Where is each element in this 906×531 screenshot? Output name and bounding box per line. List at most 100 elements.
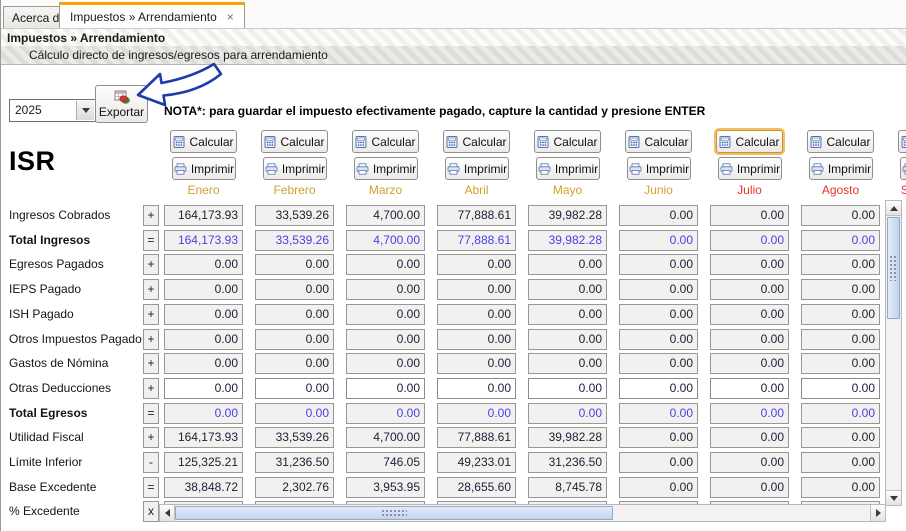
value-cell-3-2: 0.00 — [346, 279, 425, 300]
value-cell-8-3: 0.00 — [437, 403, 516, 424]
scroll-up-button[interactable] — [886, 201, 901, 216]
tab-bar: Acerca de Impuestos » Arrendamiento × — [1, 0, 906, 28]
year-select[interactable]: 2025 — [9, 99, 96, 122]
value-cell-7-0[interactable]: 0.00 — [164, 378, 243, 399]
calcular-button-abril[interactable]: Calcular — [443, 130, 510, 153]
value-cell-3-7: 0.00 — [801, 279, 880, 300]
printer-icon — [720, 162, 733, 175]
value-cell-9-0: 164,173.93 — [164, 427, 243, 448]
value-cell-10-7: 0.00 — [801, 452, 880, 473]
value-cell-7-4[interactable]: 0.00 — [528, 378, 607, 399]
value-cell-6-3: 0.00 — [437, 353, 516, 374]
value-cell-5-1: 0.00 — [255, 329, 334, 350]
value-cell-7-6[interactable]: 0.00 — [710, 378, 789, 399]
value-cell-3-5: 0.00 — [619, 279, 698, 300]
tab-impuestos-arrendamiento[interactable]: Impuestos » Arrendamiento × — [59, 2, 245, 28]
month-label-mayo: Mayo — [552, 183, 583, 197]
calcular-button-marzo[interactable]: Calcular — [352, 130, 419, 153]
value-cell-5-2: 0.00 — [346, 329, 425, 350]
calcular-button-agosto[interactable]: Calcular — [807, 130, 874, 153]
operator-box: + — [143, 353, 159, 374]
month-label-julio: Julio — [737, 183, 762, 197]
value-cell-4-3: 0.00 — [437, 304, 516, 325]
imprimir-button-julio[interactable]: Imprimir — [718, 157, 782, 180]
printer-icon — [902, 162, 906, 175]
row-label: Otros Impuestos Pagado — [9, 332, 142, 346]
triangle-left-icon — [164, 509, 170, 517]
imprimir-button-junio[interactable]: Imprimir — [627, 157, 691, 180]
imprimir-label: Imprimir — [281, 161, 326, 176]
value-cell-1-6: 0.00 — [710, 230, 789, 251]
row-label: Utilidad Fiscal — [9, 430, 84, 444]
year-value: 2025 — [15, 103, 42, 117]
calcular-label: Calcular — [189, 134, 234, 149]
section-title-isr: ISR — [9, 146, 56, 176]
value-cell-4-5: 0.00 — [619, 304, 698, 325]
row-label: Total Ingresos — [9, 233, 91, 247]
calculator-icon — [537, 135, 549, 148]
value-cell-3-1: 0.00 — [255, 279, 334, 300]
value-cell-5-7: 0.00 — [801, 329, 880, 350]
value-cell-10-6: 0.00 — [710, 452, 789, 473]
tab-label: Impuestos » Arrendamiento — [70, 9, 217, 24]
operator-box: = — [143, 230, 159, 251]
calcular-button-mayo[interactable]: Calcular — [534, 130, 601, 153]
value-cell-4-2: 0.00 — [346, 304, 425, 325]
value-cell-0-4: 39,982.28 — [528, 205, 607, 226]
imprimir-button-mayo[interactable]: Imprimir — [536, 157, 600, 180]
imprimir-button-febrero[interactable]: Imprimir — [263, 157, 327, 180]
scroll-down-button[interactable] — [886, 490, 901, 505]
value-cell-2-4: 0.00 — [528, 254, 607, 275]
operator-box: + — [143, 427, 159, 448]
value-cell-9-1: 33,539.26 — [255, 427, 334, 448]
calculator-icon — [264, 135, 276, 148]
value-cell-10-5: 0.00 — [619, 452, 698, 473]
imprimir-button-enero[interactable]: Imprimir — [172, 157, 236, 180]
calculator-icon — [901, 135, 906, 148]
value-cell-11-4: 8,745.78 — [528, 477, 607, 498]
value-cell-10-0: 125,325.21 — [164, 452, 243, 473]
imprimir-button-septiembre[interactable]: Imprimir — [900, 157, 906, 180]
month-label-agosto: Agosto — [821, 183, 860, 197]
month-label-junio: Junio — [644, 183, 673, 197]
calcular-button-febrero[interactable]: Calcular — [261, 130, 328, 153]
imprimir-label: Imprimir — [372, 161, 417, 176]
calculator-icon — [628, 135, 640, 148]
value-cell-4-0: 0.00 — [164, 304, 243, 325]
printer-icon — [629, 162, 642, 175]
value-cell-7-1[interactable]: 0.00 — [255, 378, 334, 399]
calculator-icon — [173, 135, 185, 148]
imprimir-button-abril[interactable]: Imprimir — [445, 157, 509, 180]
value-cell-7-2[interactable]: 0.00 — [346, 378, 425, 399]
value-cell-10-2: 746.05 — [346, 452, 425, 473]
calcular-button-enero[interactable]: Calcular — [170, 130, 237, 153]
operator-box: + — [143, 378, 159, 399]
value-cell-3-3: 0.00 — [437, 279, 516, 300]
chevron-down-icon[interactable] — [76, 101, 94, 120]
value-cell-7-5[interactable]: 0.00 — [619, 378, 698, 399]
value-cell-6-6: 0.00 — [710, 353, 789, 374]
row-label: ISH Pagado — [9, 307, 74, 321]
vertical-scroll-thumb[interactable] — [887, 217, 900, 319]
export-excel-icon — [114, 90, 130, 104]
operator-box: + — [143, 279, 159, 300]
scroll-left-button[interactable] — [160, 505, 175, 521]
close-icon[interactable]: × — [227, 10, 234, 24]
calcular-button-julio[interactable]: Calcular — [716, 130, 783, 153]
value-cell-2-6: 0.00 — [710, 254, 789, 275]
calcular-button-junio[interactable]: Calcular — [625, 130, 692, 153]
imprimir-label: Imprimir — [190, 161, 235, 176]
value-cell-7-7[interactable]: 0.00 — [801, 378, 880, 399]
calcular-button-septiembre[interactable]: Calcular — [898, 130, 906, 153]
printer-icon — [538, 162, 551, 175]
horizontal-scroll-thumb[interactable] — [175, 506, 613, 520]
calculator-icon — [810, 135, 822, 148]
imprimir-button-marzo[interactable]: Imprimir — [354, 157, 418, 180]
value-cell-7-3[interactable]: 0.00 — [437, 378, 516, 399]
export-button[interactable]: Exportar — [95, 85, 148, 123]
value-cell-4-4: 0.00 — [528, 304, 607, 325]
value-cell-4-1: 0.00 — [255, 304, 334, 325]
value-cell-0-6: 0.00 — [710, 205, 789, 226]
imprimir-button-agosto[interactable]: Imprimir — [809, 157, 873, 180]
scroll-right-button[interactable] — [870, 505, 885, 521]
